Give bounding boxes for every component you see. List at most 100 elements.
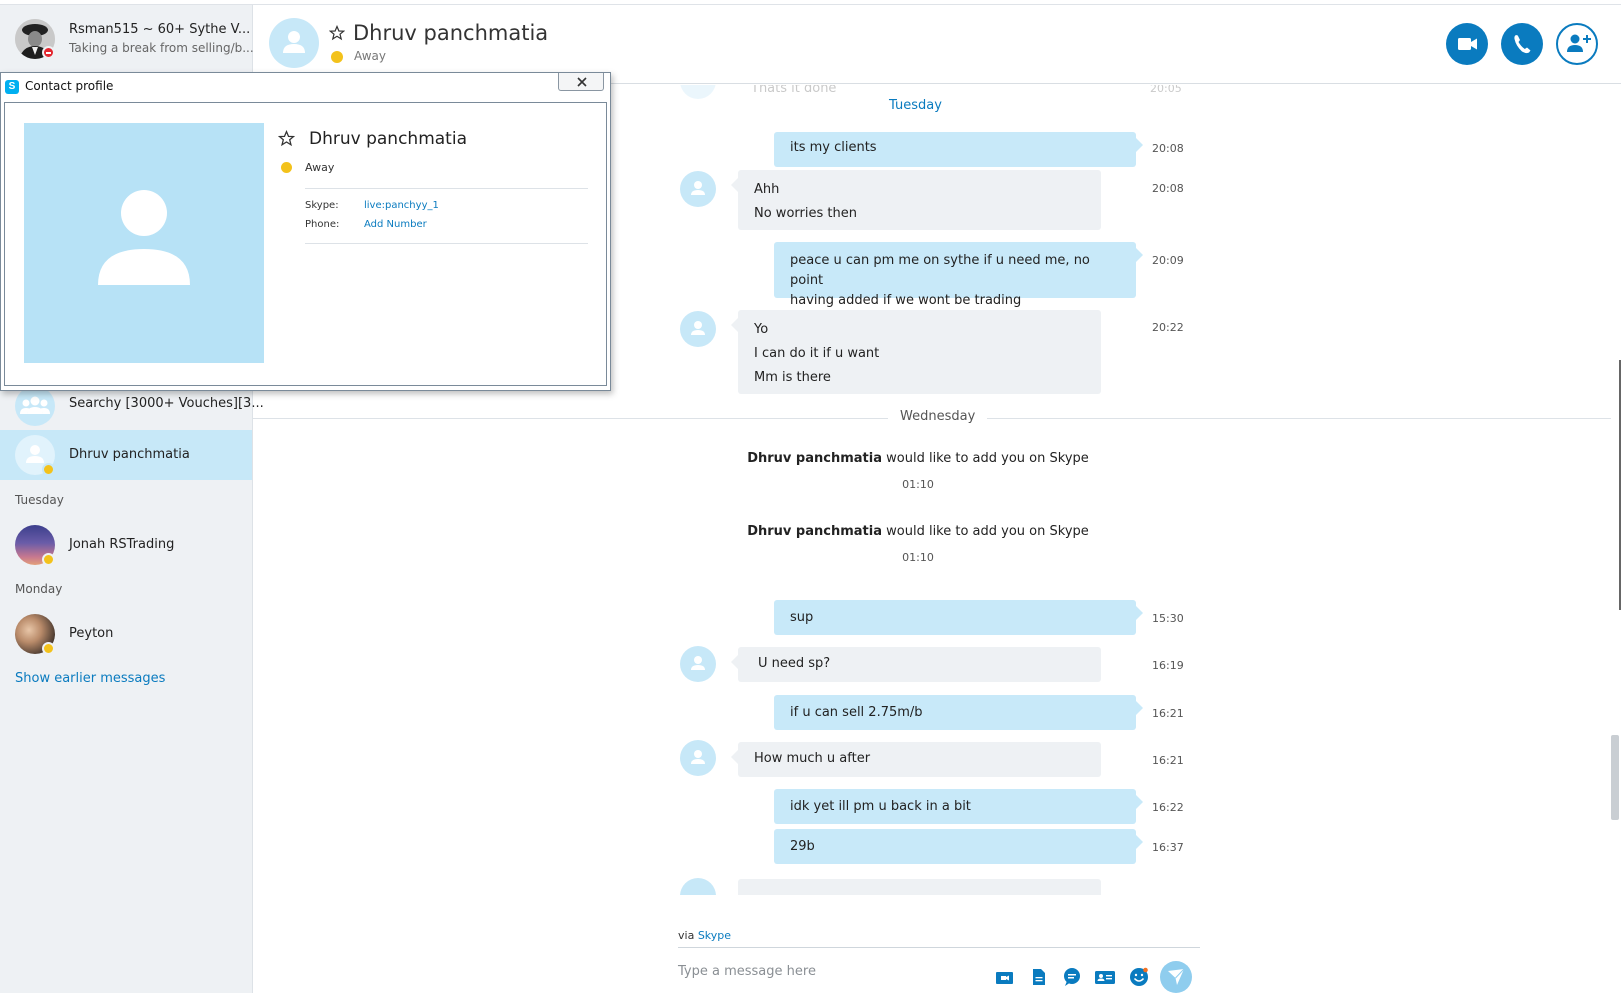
send-button[interactable] [1160, 961, 1192, 993]
send-contact-button[interactable] [1094, 966, 1116, 988]
dialog-content: Dhruv panchmatia Away Skype: live:panchy… [4, 102, 607, 386]
message-line: Yo [754, 322, 769, 337]
skype-logo-icon: S [5, 80, 19, 94]
person-icon [691, 321, 705, 335]
dialog-title-bar[interactable]: S Contact profile [1, 73, 610, 101]
request-text: would like to add you on Skype [882, 451, 1089, 466]
profile-picture [24, 123, 264, 363]
person-icon [283, 31, 305, 53]
conversation-item-peyton[interactable]: Peyton [0, 611, 252, 657]
show-earlier-messages-link[interactable]: Show earlier messages [15, 671, 165, 686]
outgoing-message[interactable]: its my clients [774, 132, 1143, 167]
chat-scrollbar-thumb[interactable] [1611, 735, 1619, 820]
via-text: via [678, 929, 695, 942]
profile-divider [305, 243, 588, 244]
profile-divider [305, 188, 588, 189]
account-profile[interactable]: Rsman515 ~ 60+ Sythe V... Taking a break… [0, 5, 254, 71]
outgoing-message[interactable]: idk yet ill pm u back in a bit [774, 789, 1143, 824]
incoming-message[interactable]: Ahh No worries then [731, 170, 1101, 230]
message-time: 15:30 [1152, 612, 1184, 625]
incoming-message[interactable]: How much u after [731, 742, 1101, 777]
star-icon[interactable] [329, 25, 345, 41]
chat-bubble-icon [1064, 968, 1080, 986]
message-text: Thats it done [751, 85, 837, 96]
audio-call-button[interactable] [1501, 23, 1543, 65]
message-line: having added if we wont be trading [790, 293, 1022, 308]
profile-status: Away [305, 161, 335, 174]
message-time: 16:37 [1152, 841, 1184, 854]
message-line: I can do it if u want [754, 346, 880, 361]
contact-profile-dialog: S Contact profile Dhruv panchmatia Away … [0, 72, 611, 391]
message-line: Mm is there [754, 370, 831, 385]
busy-status-icon [42, 46, 55, 59]
header-contact-name: Dhruv panchmatia [353, 21, 549, 45]
requester-name: Dhruv panchmatia [747, 451, 882, 466]
video-call-button[interactable] [1446, 23, 1488, 65]
message-input[interactable]: Type a message here [678, 964, 958, 984]
chat-bubble-button[interactable] [1061, 966, 1083, 988]
header-contact-avatar[interactable] [269, 18, 319, 68]
conversation-item-dhruv[interactable]: Dhruv panchmatia [0, 430, 252, 480]
contact-avatar [680, 85, 716, 99]
conversation-name: Jonah RSTrading [69, 537, 175, 552]
video-call-icon [1458, 38, 1477, 50]
message-time: 20:08 [1152, 182, 1184, 195]
person-icon [691, 750, 705, 764]
notice-time: 01:10 [902, 551, 934, 564]
dialog-close-button[interactable] [558, 73, 604, 91]
message-time: 20:22 [1152, 321, 1184, 334]
partial-incoming-message [738, 879, 1101, 895]
composer-divider [678, 947, 1200, 948]
contact-avatar[interactable] [680, 740, 716, 776]
video-message-icon [996, 972, 1013, 984]
account-mood: Taking a break from selling/b... [69, 41, 254, 55]
message-text: How much u after [754, 751, 871, 766]
message-line: Ahh [754, 182, 780, 197]
skype-id-value[interactable]: live:panchyy_1 [364, 200, 439, 211]
message-text: idk yet ill pm u back in a bit [790, 799, 971, 814]
send-file-button[interactable] [1028, 966, 1050, 988]
incoming-message[interactable]: Yo I can do it if u want Mm is there [731, 310, 1101, 394]
message-text: 29b [790, 839, 815, 854]
contact-avatar[interactable] [680, 171, 716, 207]
message-text: its my clients [790, 140, 877, 155]
profile-contact-name: Dhruv panchmatia [309, 129, 467, 149]
video-message-button[interactable] [994, 966, 1016, 988]
message-line: No worries then [754, 206, 857, 221]
outgoing-message[interactable]: 29b [774, 829, 1143, 864]
emoticon-button[interactable] [1128, 966, 1150, 988]
outgoing-message[interactable]: if u can sell 2.75m/b [774, 695, 1143, 730]
away-status-icon [281, 162, 292, 173]
via-skype-link[interactable]: Skype [698, 929, 731, 942]
away-status-icon [331, 51, 343, 63]
message-time: 20:05 [1150, 85, 1182, 95]
emoticon-icon [1130, 967, 1148, 986]
phone-icon [1514, 35, 1531, 54]
message-line: peace u can pm me on sythe if u need me,… [790, 253, 1090, 288]
outgoing-message[interactable]: sup [774, 600, 1143, 635]
conversation-name: Dhruv panchmatia [69, 447, 190, 462]
message-time: 16:22 [1152, 801, 1184, 814]
outgoing-message[interactable]: peace u can pm me on sythe if u need me,… [774, 242, 1143, 308]
away-status-icon [42, 463, 55, 476]
conversation-item-jonah[interactable]: Jonah RSTrading [0, 522, 252, 568]
send-icon [1168, 968, 1185, 985]
person-placeholder-icon [98, 190, 190, 285]
message-text: sup [790, 610, 814, 625]
message-time: 20:09 [1152, 254, 1184, 267]
group-avatar [15, 386, 55, 426]
incoming-message[interactable]: U need sp? [731, 647, 1101, 682]
conversation-name: Searchy [3000+ Vouches][3... [69, 396, 264, 411]
favorite-star-icon[interactable] [278, 130, 295, 147]
phone-label: Phone: [305, 219, 340, 230]
contact-avatar[interactable] [680, 311, 716, 347]
account-name: Rsman515 ~ 60+ Sythe V... [69, 22, 251, 37]
away-status-icon [42, 553, 55, 566]
close-icon [577, 77, 587, 87]
add-people-button[interactable] [1556, 23, 1598, 65]
add-number-link[interactable]: Add Number [364, 219, 427, 230]
dialog-title: Contact profile [25, 79, 114, 93]
contact-avatar[interactable] [680, 646, 716, 682]
message-time: 16:21 [1152, 754, 1184, 767]
date-group-header: Monday [15, 582, 63, 596]
